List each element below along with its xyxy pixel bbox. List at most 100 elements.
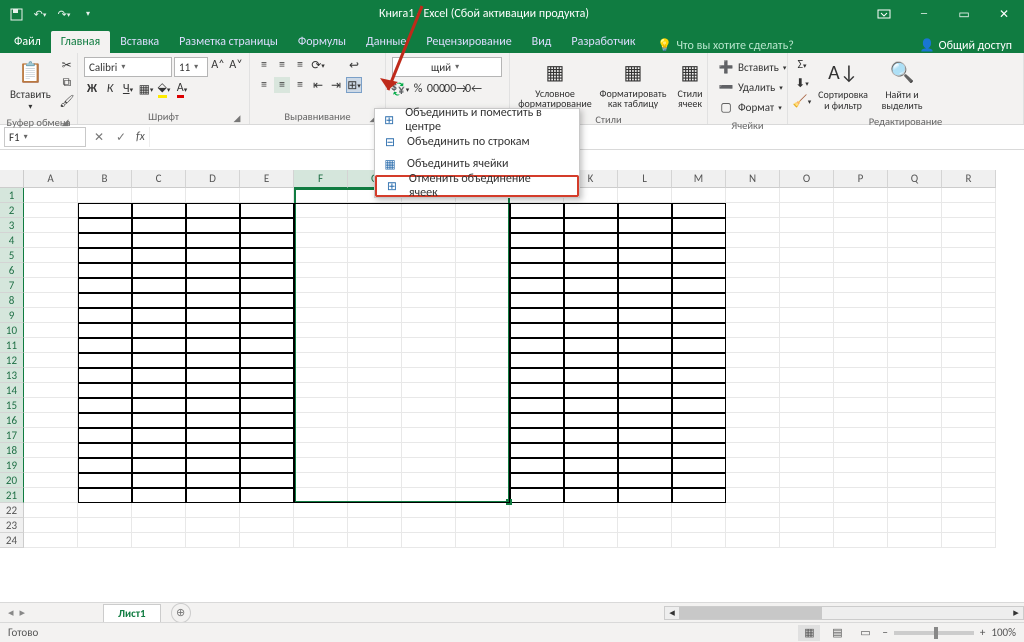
cell[interactable] <box>888 308 942 323</box>
menu-unmerge-cells[interactable]: ⊞Отменить объединение ячеек <box>375 175 579 197</box>
col-header-L[interactable]: L <box>618 170 672 188</box>
cell[interactable] <box>402 533 456 548</box>
cell[interactable] <box>834 338 888 353</box>
col-header-N[interactable]: N <box>726 170 780 188</box>
tab-file[interactable]: Файл <box>4 31 51 53</box>
cell[interactable] <box>888 458 942 473</box>
cell[interactable] <box>888 398 942 413</box>
cancel-formula-icon[interactable]: ✕ <box>88 126 110 148</box>
cell[interactable] <box>888 383 942 398</box>
cell[interactable] <box>726 518 780 533</box>
row-header-2[interactable]: 2 <box>0 203 24 218</box>
cell[interactable] <box>888 533 942 548</box>
horizontal-scrollbar[interactable]: ◂▸ <box>664 606 1024 620</box>
cell[interactable] <box>888 278 942 293</box>
cell[interactable] <box>780 413 834 428</box>
clear-icon[interactable]: 🧹▾ <box>794 93 810 109</box>
row-header-10[interactable]: 10 <box>0 323 24 338</box>
cell[interactable] <box>888 488 942 503</box>
cell[interactable] <box>834 353 888 368</box>
wrap-text-icon[interactable]: ↩ <box>346 57 362 73</box>
cell[interactable] <box>780 368 834 383</box>
add-sheet-button[interactable]: ⊕ <box>171 603 191 623</box>
select-all-corner[interactable] <box>0 170 24 188</box>
cell[interactable] <box>834 503 888 518</box>
cell[interactable] <box>186 533 240 548</box>
cell[interactable] <box>78 188 132 203</box>
cell[interactable] <box>456 518 510 533</box>
cut-icon[interactable]: ✂ <box>59 57 75 73</box>
cell[interactable] <box>348 518 402 533</box>
cell[interactable] <box>240 518 294 533</box>
row-header-8[interactable]: 8 <box>0 293 24 308</box>
cell[interactable] <box>780 203 834 218</box>
cell[interactable] <box>942 353 996 368</box>
cell[interactable] <box>888 443 942 458</box>
cell-styles-button[interactable]: ▦ Стили ячеек <box>672 57 708 111</box>
cell[interactable] <box>888 293 942 308</box>
cell[interactable] <box>780 518 834 533</box>
cell[interactable] <box>780 338 834 353</box>
cell[interactable] <box>672 533 726 548</box>
row-header-15[interactable]: 15 <box>0 398 24 413</box>
cell[interactable] <box>726 458 780 473</box>
row-header-20[interactable]: 20 <box>0 473 24 488</box>
cell[interactable] <box>726 218 780 233</box>
cell[interactable] <box>780 323 834 338</box>
cell[interactable] <box>834 383 888 398</box>
row-header-16[interactable]: 16 <box>0 413 24 428</box>
tab-developer[interactable]: Разработчик <box>561 31 645 53</box>
cell[interactable] <box>726 488 780 503</box>
borders-icon[interactable]: ▦▾ <box>138 81 154 97</box>
number-format-select[interactable]: щий <box>392 57 502 77</box>
cell[interactable] <box>834 278 888 293</box>
cell[interactable] <box>24 533 78 548</box>
cell[interactable] <box>726 473 780 488</box>
sheet-tab[interactable]: Лист1 <box>103 604 161 622</box>
cell[interactable] <box>942 203 996 218</box>
cell[interactable] <box>726 428 780 443</box>
align-middle-icon[interactable]: ≡ <box>274 57 290 73</box>
cell[interactable] <box>726 503 780 518</box>
qat-customize-icon[interactable]: ▾ <box>80 6 96 22</box>
cell[interactable] <box>780 503 834 518</box>
align-right-icon[interactable]: ≡ <box>292 77 308 93</box>
col-header-Q[interactable]: Q <box>888 170 942 188</box>
row-header-7[interactable]: 7 <box>0 278 24 293</box>
cell[interactable] <box>888 203 942 218</box>
cell[interactable] <box>942 218 996 233</box>
increase-decimal-icon[interactable]: .00→ <box>446 81 462 97</box>
copy-icon[interactable]: ⧉ <box>59 75 75 91</box>
cell[interactable] <box>780 383 834 398</box>
menu-merge-center[interactable]: ⊞Объединить и поместить в центре <box>375 109 579 131</box>
cell[interactable] <box>240 533 294 548</box>
row-header-24[interactable]: 24 <box>0 533 24 548</box>
row-header-11[interactable]: 11 <box>0 338 24 353</box>
cell[interactable] <box>726 368 780 383</box>
redo-icon[interactable]: ↷▾ <box>56 6 72 22</box>
font-size-select[interactable]: 11 <box>174 57 208 77</box>
autosum-icon[interactable]: Σ▾ <box>794 57 810 73</box>
cell[interactable] <box>24 338 78 353</box>
cell[interactable] <box>942 443 996 458</box>
cell[interactable] <box>24 368 78 383</box>
cell[interactable] <box>726 413 780 428</box>
cell[interactable] <box>402 503 456 518</box>
align-top-icon[interactable]: ≡ <box>256 57 272 73</box>
col-header-E[interactable]: E <box>240 170 294 188</box>
cell[interactable] <box>348 533 402 548</box>
cell[interactable] <box>780 533 834 548</box>
cell[interactable] <box>24 248 78 263</box>
cell[interactable] <box>726 338 780 353</box>
cell[interactable] <box>24 203 78 218</box>
row-header-4[interactable]: 4 <box>0 233 24 248</box>
cell[interactable] <box>780 263 834 278</box>
cell[interactable] <box>24 218 78 233</box>
cell[interactable] <box>942 458 996 473</box>
cell[interactable] <box>726 323 780 338</box>
cell[interactable] <box>294 518 348 533</box>
orientation-icon[interactable]: ⟳▾ <box>310 57 326 73</box>
enter-formula-icon[interactable]: ✓ <box>110 126 132 148</box>
bold-icon[interactable]: Ж <box>84 81 100 97</box>
col-header-B[interactable]: B <box>78 170 132 188</box>
